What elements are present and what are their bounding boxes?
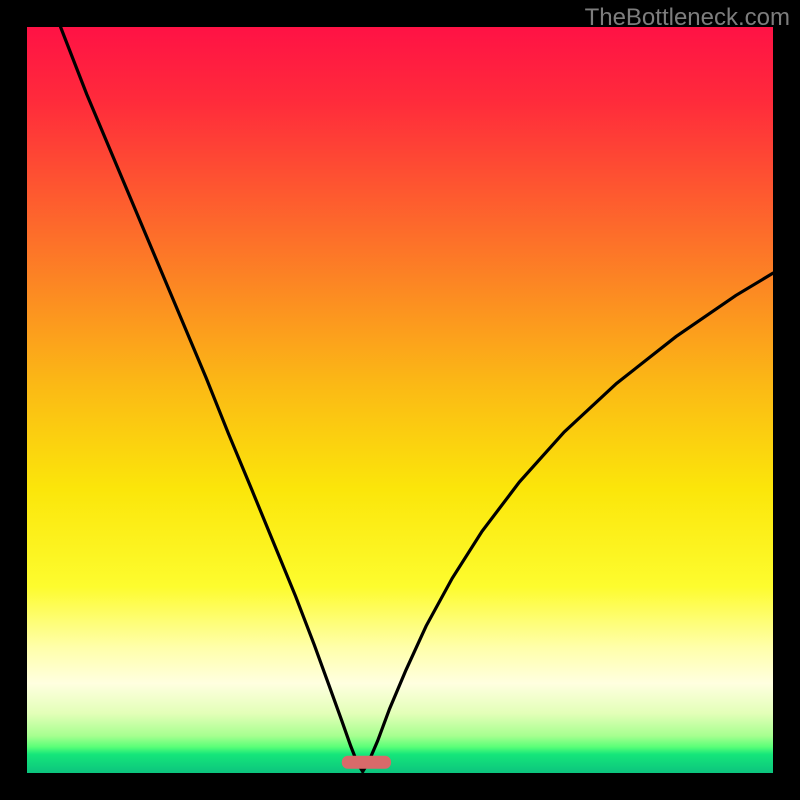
- gradient-background: [27, 27, 773, 773]
- valley-marker: [342, 756, 391, 769]
- bottleneck-chart: [27, 27, 773, 773]
- chart-frame: TheBottleneck.com: [0, 0, 800, 800]
- chart-svg: [27, 27, 773, 773]
